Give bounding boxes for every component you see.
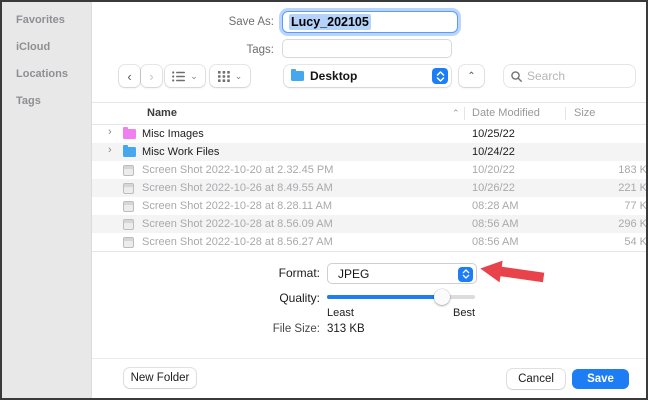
tags-input[interactable] bbox=[282, 39, 452, 58]
file-name: Screen Shot 2022-10-28 at 8.28.11 AM bbox=[142, 200, 332, 212]
format-dropdown[interactable]: JPEG bbox=[327, 263, 477, 284]
file-name: Misc Images bbox=[142, 128, 204, 140]
file-name: Screen Shot 2022-10-28 at 8.56.27 AM bbox=[142, 236, 333, 248]
file-date-modified: 10/26/22 bbox=[472, 182, 515, 194]
column-header-date-modified[interactable]: Date Modified bbox=[472, 107, 540, 119]
divider bbox=[92, 358, 646, 359]
chevron-down-icon: ⌄ bbox=[234, 70, 243, 81]
quality-label: Quality: bbox=[279, 291, 320, 305]
folder-icon bbox=[291, 69, 304, 81]
file-date-modified: 08:56 AM bbox=[472, 236, 519, 248]
save-label: Save bbox=[587, 373, 614, 385]
file-name: Screen Shot 2022-10-20 at 2.32.45 PM bbox=[142, 164, 334, 176]
chevron-up-icon: ⌃ bbox=[467, 70, 476, 82]
forward-button[interactable]: › bbox=[141, 65, 162, 87]
sidebar-section-favorites: Favorites bbox=[16, 14, 65, 26]
file-list-rows: › Misc Images 10/25/22 › Misc Work Files… bbox=[92, 125, 646, 251]
disclosure-icon: › bbox=[108, 126, 112, 138]
row-icon bbox=[123, 145, 136, 157]
quality-max-label: Best bbox=[452, 307, 475, 319]
format-label: Format: bbox=[278, 266, 320, 280]
file-row: › Screen Shot 2022-10-28 at 8.56.09 AM 0… bbox=[92, 215, 646, 233]
row-icon bbox=[123, 219, 134, 230]
location-label: Desktop bbox=[310, 69, 358, 83]
row-icon bbox=[123, 127, 136, 139]
collapse-button[interactable]: ⌃ bbox=[459, 65, 484, 87]
quality-slider[interactable] bbox=[327, 289, 475, 305]
file-date-modified: 08:56 AM bbox=[472, 218, 519, 230]
save-as-value: Lucy_202105 bbox=[289, 14, 371, 30]
slider-knob[interactable] bbox=[434, 289, 451, 305]
search-field[interactable] bbox=[504, 65, 635, 87]
cancel-button[interactable]: Cancel bbox=[507, 369, 565, 389]
file-row: › Screen Shot 2022-10-26 at 8.49.55 AM 1… bbox=[92, 179, 646, 197]
annotation-arrow-icon bbox=[480, 260, 545, 283]
file-size: 183 K bbox=[618, 164, 647, 176]
disclosure-icon: › bbox=[108, 144, 112, 156]
column-divider bbox=[565, 107, 566, 120]
file-date-modified: 10/20/22 bbox=[472, 164, 515, 176]
file-size: 77 K bbox=[624, 200, 647, 212]
sidebar-section-icloud: iCloud bbox=[16, 41, 51, 53]
file-size-label: File Size: bbox=[272, 323, 320, 335]
new-folder-label: New Folder bbox=[130, 372, 190, 384]
file-row: › Screen Shot 2022-10-20 at 2.32.45 PM 1… bbox=[92, 161, 646, 179]
file-list-header: Name ⌃ Date Modified Size bbox=[92, 103, 646, 124]
save-as-label: Save As: bbox=[228, 16, 274, 28]
list-view-icon bbox=[172, 70, 186, 82]
file-date-modified: 10/24/22 bbox=[472, 146, 515, 158]
file-name: Misc Work Files bbox=[142, 146, 220, 158]
file-row[interactable]: › Misc Work Files 10/24/22 bbox=[92, 143, 646, 161]
save-dialog: Favorites iCloud Locations Tags Save As:… bbox=[0, 0, 648, 400]
file-row: › Screen Shot 2022-10-28 at 8.28.11 AM 0… bbox=[92, 197, 646, 215]
sidebar-section-tags: Tags bbox=[16, 95, 41, 107]
file-row[interactable]: › Misc Images 10/25/22 bbox=[92, 125, 646, 143]
file-size-value: 313 KB bbox=[327, 323, 365, 335]
list-view-button[interactable]: ⌄ bbox=[165, 65, 205, 87]
cancel-label: Cancel bbox=[518, 373, 554, 385]
file-name: Screen Shot 2022-10-26 at 8.49.55 AM bbox=[142, 182, 333, 194]
file-date-modified: 10/25/22 bbox=[472, 128, 515, 140]
quality-min-label: Least bbox=[327, 307, 354, 319]
column-header-size[interactable]: Size bbox=[574, 107, 595, 119]
divider bbox=[92, 251, 646, 252]
format-value: JPEG bbox=[338, 266, 370, 281]
stepper-icon bbox=[432, 68, 448, 84]
column-divider bbox=[464, 107, 465, 120]
search-input[interactable] bbox=[527, 69, 617, 83]
row-icon bbox=[123, 183, 134, 194]
back-icon: ‹ bbox=[127, 68, 132, 84]
slider-fill bbox=[327, 295, 443, 299]
file-date-modified: 08:28 AM bbox=[472, 200, 519, 212]
stepper-icon bbox=[458, 266, 473, 282]
save-button[interactable]: Save bbox=[572, 369, 629, 389]
row-icon bbox=[123, 165, 134, 176]
row-icon bbox=[123, 237, 134, 248]
file-size: 221 K bbox=[618, 182, 647, 194]
sidebar: Favorites iCloud Locations Tags bbox=[2, 2, 92, 398]
row-icon bbox=[123, 201, 134, 212]
file-row: › Screen Shot 2022-10-28 at 8.56.27 AM 0… bbox=[92, 233, 646, 251]
new-folder-button[interactable]: New Folder bbox=[124, 368, 196, 388]
chevron-down-icon: ⌄ bbox=[190, 70, 198, 81]
tags-label: Tags: bbox=[246, 44, 275, 56]
file-name: Screen Shot 2022-10-28 at 8.56.09 AM bbox=[142, 218, 333, 230]
icon-view-icon bbox=[217, 70, 230, 82]
file-size: 54 K bbox=[624, 236, 647, 248]
forward-icon: › bbox=[149, 68, 154, 84]
back-button[interactable]: ‹ bbox=[119, 65, 140, 87]
column-header-name[interactable]: Name bbox=[147, 107, 177, 119]
search-icon bbox=[511, 70, 522, 82]
sort-ascending-icon: ⌃ bbox=[452, 108, 460, 118]
icon-view-button[interactable]: ⌄ bbox=[210, 65, 250, 87]
save-as-input[interactable]: Lucy_202105 bbox=[282, 11, 458, 33]
sidebar-section-locations: Locations bbox=[16, 68, 68, 80]
location-dropdown[interactable]: Desktop bbox=[284, 65, 451, 87]
file-size: 296 K bbox=[618, 218, 647, 230]
